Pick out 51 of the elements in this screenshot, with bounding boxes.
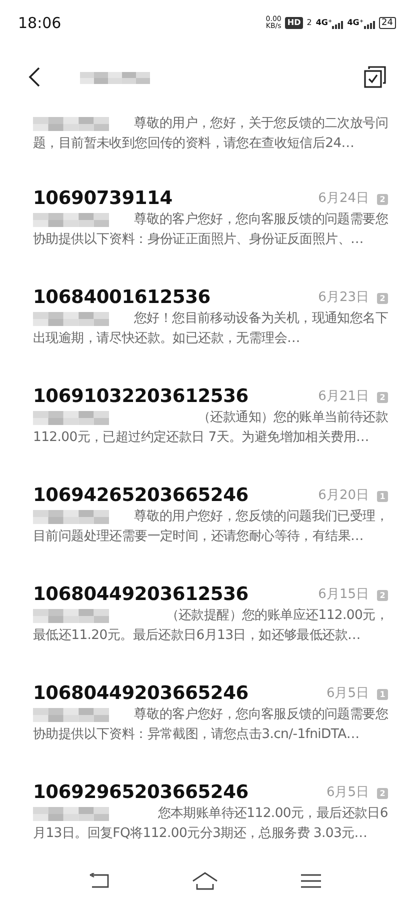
sender-number: 10684001612536 [33, 287, 210, 309]
message-date: 6月24日 [318, 190, 369, 208]
sim-badge: 2 [377, 292, 388, 304]
sim-badge: 2 [377, 392, 388, 402]
message-preview: （还款提醒）您的账单应还112.00元， [166, 607, 388, 625]
sender-number: 10690739114 [33, 188, 172, 210]
redaction-mosaic [80, 72, 150, 84]
sim-number: 2 [306, 17, 312, 29]
message-preview: 月13日。回复FQ将112.00元分3期还，总服务费 3.03元… [33, 825, 368, 843]
message-preview: 最低还11.20元。最后还款日6月13日，如还够最低还款… [33, 627, 360, 645]
message-preview: 您好！您目前移动设备为关机，现通知您名下 [134, 310, 388, 328]
message-preview: 目前问题处理还需要一定时间，还请您耐心等待，有结果… [33, 528, 364, 546]
sender-number: 10680449203665246 [33, 683, 248, 705]
sender-number: 10680449203612536 [33, 584, 248, 606]
hd-badge: HD [285, 17, 303, 29]
home-icon[interactable] [192, 872, 218, 890]
message-date: 6月23日 [318, 289, 369, 308]
sender-number: 10691032203612536 [33, 386, 248, 408]
clock-time: 18:06 [18, 12, 62, 34]
message-preview: 协助提供以下资料：异常截图，请您点击3.cn/-1fniDTA… [33, 726, 360, 744]
signal-icon [364, 21, 375, 29]
message-date: 6月21日 [318, 388, 369, 406]
message-preview: 112.00元，已超过约定还款日 7天。为避免增加相关费用… [33, 429, 369, 447]
sim-badge: 2 [377, 194, 388, 204]
message-date: 6月5日 [326, 685, 369, 704]
message-preview: 协助提供以下资料：身份证正面照片、身份证反面照片、… [33, 231, 364, 249]
signal-icon [332, 21, 344, 29]
network-type: 4G⁺ [347, 17, 364, 29]
battery-level: 24 [378, 17, 396, 29]
message-preview: 尊敬的客户您好，您向客服反馈的问题需要您 [134, 706, 388, 724]
network-type: 4G⁺ [316, 17, 332, 29]
message-date: 6月15日 [318, 586, 369, 604]
message-preview: 您本期账单待还112.00元，最后还款日6 [158, 805, 388, 823]
menu-icon[interactable] [300, 874, 321, 888]
message-preview: 题，目前暂未收到您回传的资料，请您在查收短信后24… [33, 135, 354, 153]
back-icon[interactable] [28, 67, 40, 87]
message-preview: 尊敬的客户您好，您向客服反馈的问题需要您 [134, 211, 388, 229]
sim-badge: 1 [377, 490, 388, 502]
sim-badge: 1 [377, 688, 388, 700]
sim-badge: 2 [377, 788, 388, 798]
sender-number: 10692965203665246 [33, 782, 248, 804]
message-date: 6月5日 [326, 784, 369, 802]
message-preview: 出现逾期，请尽快还款。如已还款，无需理会… [33, 330, 300, 348]
sim-badge: 2 [377, 590, 388, 600]
message-preview: （还款通知）您的账单当前待还款 [197, 409, 388, 427]
message-preview: 尊敬的用户，您好，关于您反馈的二次放号问 [134, 115, 388, 133]
back-icon[interactable] [89, 873, 110, 889]
sender-number: 10694265203665246 [33, 485, 248, 507]
message-preview: 尊敬的用户您好，您反馈的问题我们已受理， [134, 508, 388, 526]
message-date: 6月20日 [318, 487, 369, 506]
multi-select-icon[interactable] [364, 66, 386, 88]
